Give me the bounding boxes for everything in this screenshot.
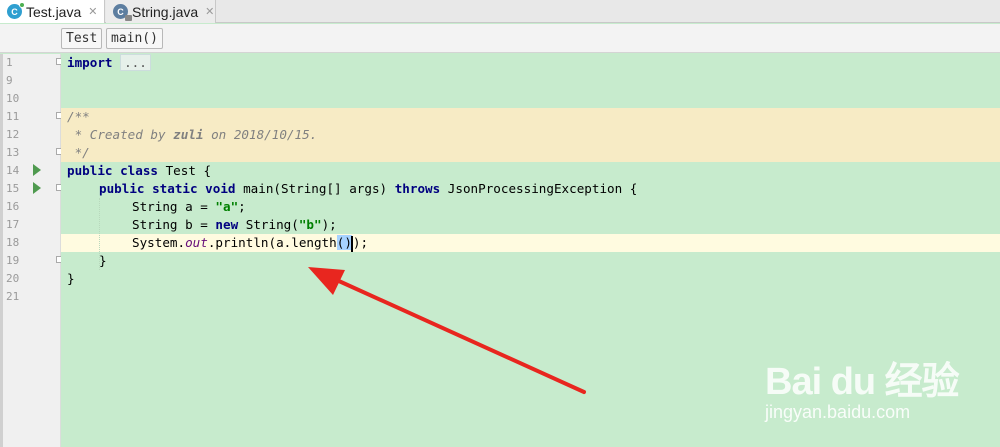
editor-tab-bar: C Test.java ✕ C String.java ✕ [0, 0, 1000, 23]
line-number: 13 [6, 146, 20, 159]
watermark-url: jingyan.baidu.com [765, 402, 911, 422]
doc-comment-row [61, 108, 1000, 126]
code-line-16: String a = "a"; [132, 199, 246, 214]
gutter-edge [0, 54, 3, 447]
line-number: 12 [6, 128, 20, 141]
doc-comment-row [61, 144, 1000, 162]
line-number: 21 [6, 290, 20, 303]
line-number: 20 [6, 272, 20, 285]
tab-label: Test.java [26, 3, 82, 20]
breadcrumb-class-test[interactable]: Test [61, 28, 103, 49]
java-class-icon: C [7, 2, 25, 19]
breadcrumb-method-main[interactable]: main() [106, 28, 163, 49]
line-number: 19 [6, 254, 20, 267]
close-icon[interactable]: ✕ [205, 5, 214, 18]
line-number: 16 [6, 200, 20, 213]
tab-label: String.java [132, 3, 199, 20]
code-line-11: /** [67, 109, 90, 124]
code-line-1: import ... [67, 54, 151, 72]
code-line-20: } [67, 271, 75, 286]
code-line-18: System.out.println(a.length()); [132, 235, 369, 252]
watermark-logo: Bai du 经验 jingyan.baidu.com [755, 340, 995, 430]
close-icon[interactable]: ✕ [88, 5, 97, 18]
line-number: 11 [6, 110, 20, 123]
line-number: 10 [6, 92, 20, 105]
breadcrumb: Test main() [0, 24, 1000, 53]
line-number: 14 [6, 164, 20, 177]
tab-string-java[interactable]: C String.java ✕ [106, 0, 216, 23]
line-number: 1 [6, 56, 13, 69]
code-line-19: } [99, 253, 107, 268]
folded-imports[interactable]: ... [120, 54, 151, 71]
line-number: 17 [6, 218, 20, 231]
tab-test-java[interactable]: C Test.java ✕ [0, 0, 105, 23]
code-line-12: * Created by zuli on 2018/10/15. [67, 127, 318, 142]
line-number: 9 [6, 74, 13, 87]
line-number: 18 [6, 236, 20, 249]
line-number-gutter: 1 9 10 11 12 13 14 15 16 17 18 19 20 21 [0, 54, 63, 447]
code-line-17: String b = new String("b"); [132, 217, 337, 232]
code-line-14: public class Test { [67, 163, 212, 178]
code-line-15: public static void main(String[] args) t… [99, 181, 638, 196]
java-class-locked-icon: C [113, 4, 132, 21]
watermark-brand: Bai du 经验 [765, 361, 960, 403]
run-class-icon[interactable] [33, 164, 41, 176]
run-method-icon[interactable] [33, 182, 41, 194]
line-number: 15 [6, 182, 20, 195]
code-line-13: */ [67, 145, 90, 160]
